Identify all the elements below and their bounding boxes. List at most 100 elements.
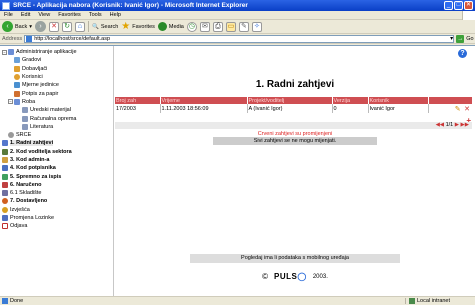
- logout-icon: [2, 223, 8, 230]
- address-dropdown-icon[interactable]: ▾: [450, 35, 453, 42]
- tree-item-spremno[interactable]: 5. Spremno za ispis: [0, 172, 113, 180]
- delete-icon[interactable]: ✕: [464, 106, 470, 113]
- help-icon[interactable]: ?: [458, 49, 467, 58]
- col-header-vrijeme[interactable]: Vrijeme: [160, 97, 248, 104]
- media-button[interactable]: Media: [157, 22, 184, 31]
- tree-item-kod-voditelja[interactable]: 2. Kod voditelja sektora: [0, 148, 113, 156]
- intranet-icon: [409, 298, 415, 304]
- col-header-verzija[interactable]: Verzija: [332, 97, 369, 104]
- col-header-broj[interactable]: Broj zah: [115, 97, 161, 104]
- history-button[interactable]: ◷: [186, 21, 197, 32]
- col-header-projekt[interactable]: Projekt/voditelj: [247, 97, 333, 104]
- menu-help[interactable]: Help: [106, 12, 125, 18]
- toolbar-separator: [88, 21, 89, 32]
- tree-item-odjava[interactable]: Odjava: [0, 222, 113, 230]
- tree-item-mjerne-jedinice[interactable]: Mjerne jedinice: [0, 81, 113, 89]
- tree-item-dobavljaci[interactable]: Dobavljači: [0, 65, 113, 73]
- close-button[interactable]: ✕: [464, 1, 473, 10]
- ie-page-icon: [2, 1, 10, 10]
- puls-logo: PULS◯: [274, 272, 307, 281]
- col-header-korisnik[interactable]: Korisnik: [368, 97, 429, 104]
- report-icon: [2, 206, 8, 213]
- menu-file[interactable]: File: [0, 12, 17, 18]
- mail-button[interactable]: ✉: [199, 21, 210, 32]
- tree-item-kod-potpisnika[interactable]: 4. Kod potpisnika: [0, 164, 113, 172]
- folder-icon: [8, 49, 14, 56]
- menu-view[interactable]: View: [34, 12, 54, 18]
- folder-icon: [14, 98, 20, 105]
- address-field[interactable]: ▾: [24, 34, 455, 43]
- table-header-row: Broj zah Vrijeme Projekt/voditelj Verzij…: [115, 97, 472, 104]
- menu-favorites[interactable]: Favorites: [54, 12, 85, 18]
- category-icon: [22, 123, 28, 130]
- tree-item-srce[interactable]: SRCE: [0, 131, 113, 139]
- tree-item-promjena-lozinke[interactable]: Promjena Lozinke: [0, 214, 113, 222]
- star-icon: ★: [121, 20, 131, 32]
- window-title: SRCE - Aplikacija nabora (Korisnik: Ivan…: [13, 2, 248, 9]
- requests-table: Broj zah Vrijeme Projekt/voditelj Verzij…: [115, 97, 472, 113]
- maximize-button[interactable]: □: [454, 1, 463, 10]
- search-button[interactable]: 🔍 Search: [92, 24, 118, 30]
- menu-tools[interactable]: Tools: [85, 12, 106, 18]
- page-status-icon: [2, 298, 8, 304]
- tree-item-radni-zahtjevi[interactable]: 1. Radni zahtjevi: [0, 139, 113, 147]
- go-button[interactable]: Go: [466, 36, 473, 42]
- edit-pencil-icon[interactable]: ✎: [455, 106, 461, 113]
- page-icon: [26, 35, 33, 42]
- media-label: Media: [168, 23, 184, 30]
- tree-item-izvjesca[interactable]: Izvješća: [0, 206, 113, 214]
- back-button[interactable]: ‹ Back ▾: [2, 21, 32, 32]
- signature-icon: [14, 90, 20, 97]
- address-bar: Address ▾ → Go: [0, 34, 475, 44]
- edit-button[interactable]: ▭: [225, 21, 236, 32]
- favorites-button[interactable]: ★ Favorites: [121, 20, 155, 32]
- home-button[interactable]: ⌂: [75, 21, 85, 32]
- table-row[interactable]: 17/2003 1.11.2003 18:56:09 A (Ivanić Igo…: [115, 104, 472, 113]
- password-icon: [2, 215, 8, 222]
- media-icon: [157, 22, 167, 31]
- users-icon: [14, 74, 20, 81]
- admin-icon: [2, 157, 8, 163]
- tree-item-naruceno[interactable]: 6. Naručeno: [0, 181, 113, 189]
- tree-item-literatura[interactable]: Literatura: [0, 123, 113, 131]
- col-header-actions: [428, 97, 472, 104]
- tree-item-racunalna-oprema[interactable]: Računalna oprema: [0, 114, 113, 122]
- tree-item-potpis[interactable]: Potpis za papir: [0, 89, 113, 97]
- back-label: Back: [15, 23, 28, 30]
- go-arrow-icon[interactable]: →: [456, 34, 465, 43]
- next-page-icon[interactable]: ▶: [455, 122, 459, 128]
- last-page-icon[interactable]: ▶▶: [461, 122, 469, 128]
- tree-item-gradovi[interactable]: Gradovi: [0, 56, 113, 64]
- tree-item-uredski-materijal[interactable]: Uredski materijal: [0, 106, 113, 114]
- signer-icon: [2, 165, 8, 172]
- search-icon: 🔍: [92, 23, 99, 30]
- first-page-icon[interactable]: ◀◀: [436, 122, 444, 128]
- tree-item-dostavljeno[interactable]: 7. Dostavljeno: [0, 197, 113, 205]
- stop-button[interactable]: ✕: [49, 21, 59, 32]
- ruler-icon: [14, 82, 20, 89]
- copyright-icon: ©: [262, 272, 269, 281]
- menu-edit[interactable]: Edit: [17, 12, 34, 18]
- search-label: Search: [100, 23, 119, 30]
- address-input[interactable]: [34, 35, 451, 42]
- messenger-button[interactable]: ✧: [251, 21, 262, 32]
- minimize-button[interactable]: _: [444, 1, 453, 10]
- row-actions: ✎ ✕: [428, 104, 472, 113]
- sidebar-tree: − Administriranje aplikacije Gradovi Dob…: [0, 46, 114, 297]
- windows-logo-icon: [462, 10, 475, 20]
- cell-broj: 17/2003: [115, 104, 161, 113]
- refresh-button[interactable]: ↻: [62, 21, 72, 32]
- forward-button[interactable]: ›: [35, 21, 46, 32]
- discuss-button[interactable]: ✎: [238, 21, 249, 32]
- mobile-data-link[interactable]: Pogledaj ima li podataka s mobilnog uređ…: [190, 254, 400, 263]
- menu-bar: File Edit View Favorites Tools Help: [0, 10, 475, 20]
- tree-item-kod-admina[interactable]: 3. Kod admin-a: [0, 156, 113, 164]
- collapse-icon[interactable]: −: [2, 49, 7, 55]
- collapse-icon[interactable]: −: [8, 99, 13, 105]
- print-button[interactable]: ⎙: [212, 21, 223, 32]
- tree-item-roba[interactable]: − Roba: [0, 98, 113, 106]
- tree-item-skladiste[interactable]: 6.1 Skladište: [0, 189, 113, 197]
- tree-item-administriranje[interactable]: − Administriranje aplikacije: [0, 48, 113, 56]
- tree-item-korisnici[interactable]: Korisnici: [0, 73, 113, 81]
- footer-year: 2003.: [312, 273, 328, 280]
